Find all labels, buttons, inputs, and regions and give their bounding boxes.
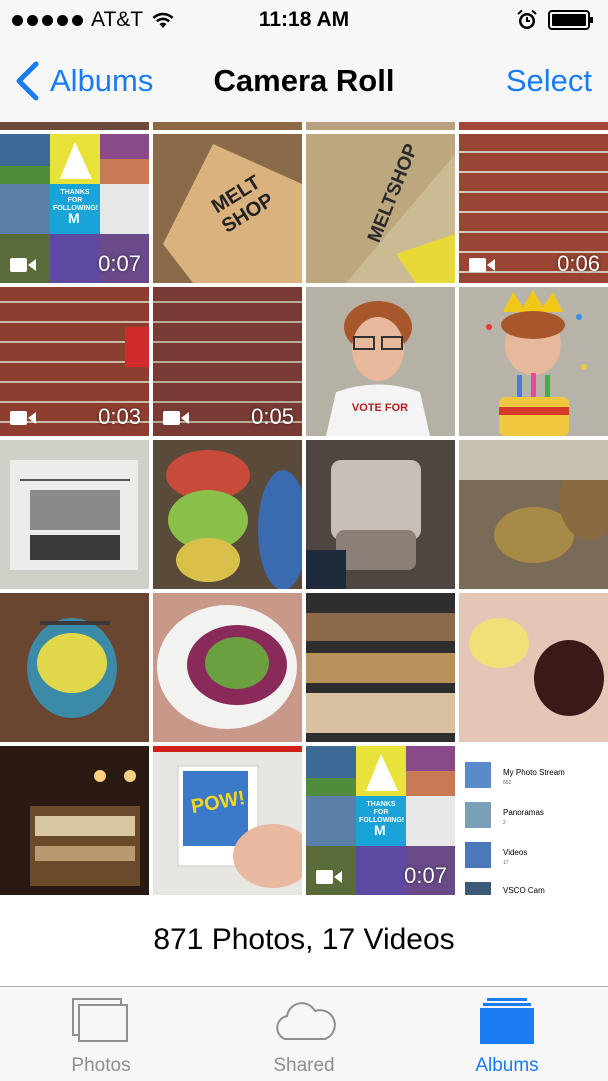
video-duration: 0:07	[98, 251, 141, 276]
tab-albums[interactable]: Albums	[406, 987, 608, 1081]
video-camera-icon	[10, 411, 36, 425]
video-duration: 0:03	[98, 404, 141, 429]
photo-thumbnail[interactable]	[0, 746, 149, 895]
pow-book-image	[153, 746, 302, 895]
tab-photos[interactable]: Photos	[0, 987, 202, 1081]
vases-image	[153, 440, 302, 589]
photo-video-count: 871 Photos, 17 Videos	[0, 896, 608, 984]
photo-thumbnail[interactable]	[0, 593, 149, 742]
tab-shared[interactable]: Shared	[203, 987, 405, 1081]
alarm-clock-icon	[517, 9, 537, 29]
portrait-with-crown-image	[459, 287, 608, 436]
vote-for-text: VOTE FOR	[351, 402, 409, 414]
video-thumbnail[interactable]: 0:03	[0, 287, 149, 436]
salad-plate-image	[153, 593, 302, 742]
video-camera-icon	[469, 258, 495, 272]
m-logo: M	[374, 822, 386, 838]
screenshot-album-count: 652	[503, 780, 512, 786]
video-camera-icon	[316, 870, 342, 884]
m-logo: M	[68, 210, 80, 226]
screenshot-album-name: Panoramas	[503, 808, 544, 817]
video-camera-icon	[163, 411, 189, 425]
battery-icon	[548, 10, 593, 30]
tab-label: Shared	[273, 1055, 335, 1076]
baskets-image	[459, 440, 608, 589]
photo-thumbnail[interactable]: MELTSHOP	[306, 134, 455, 283]
bakery-interior-image	[0, 746, 149, 895]
cloud-icon	[276, 1002, 336, 1040]
status-bar: AT&T 11:18 AM	[0, 0, 608, 40]
photo-thumbnail[interactable]	[306, 440, 455, 589]
video-camera-icon	[10, 258, 36, 272]
photo-grid: THANKS FOR FOLLOWING! M 0:07 MELT SHOP M…	[0, 122, 608, 896]
painted-bowl-image	[0, 593, 149, 742]
photos-icon	[72, 998, 128, 1042]
pastry-case-image	[306, 593, 455, 742]
photo-thumbnail[interactable]	[306, 122, 455, 130]
photo-thumbnail[interactable]	[459, 287, 608, 436]
navigation-bar: Albums Camera Roll Select	[0, 40, 608, 123]
patterned-vases-image	[306, 440, 455, 589]
photo-thumbnail[interactable]	[0, 122, 149, 130]
chocolate-cake-image	[459, 593, 608, 742]
tab-bar: Photos Shared Albums	[0, 986, 608, 1081]
video-thumbnail[interactable]: 0:05	[153, 287, 302, 436]
photo-thumbnail[interactable]	[306, 593, 455, 742]
photo-thumbnail[interactable]: MELT SHOP	[153, 134, 302, 283]
photo-thumbnail[interactable]: POW!	[153, 746, 302, 895]
photo-thumbnail[interactable]	[0, 440, 149, 589]
video-thumbnail[interactable]: THANKS FOR FOLLOWING! M 0:07	[306, 746, 455, 895]
tab-label: Photos	[71, 1055, 131, 1076]
screenshot-album-name: My Photo Stream	[503, 768, 565, 777]
status-right	[516, 0, 594, 40]
video-duration: 0:05	[251, 404, 294, 429]
photo-thumbnail[interactable]	[153, 122, 302, 130]
photo-thumbnail[interactable]: VOTE FOR	[306, 287, 455, 436]
photo-thumbnail[interactable]: My Photo Stream 652 Panoramas 2 Videos 1…	[459, 746, 608, 895]
select-button[interactable]: Select	[506, 40, 592, 122]
photo-thumbnail[interactable]	[459, 593, 608, 742]
street-art-image	[0, 440, 149, 589]
albums-screenshot-image: My Photo Stream 652 Panoramas 2 Videos 1…	[459, 746, 608, 895]
video-duration: 0:06	[557, 251, 600, 276]
video-thumbnail[interactable]: 0:06	[459, 134, 608, 283]
tab-label: Albums	[475, 1055, 539, 1076]
screenshot-album-name: Videos	[503, 848, 528, 857]
photo-thumbnail[interactable]	[153, 440, 302, 589]
video-duration: 0:07	[404, 863, 447, 888]
albums-icon	[480, 998, 534, 1044]
video-thumbnail[interactable]: THANKS FOR FOLLOWING! M 0:07	[0, 134, 149, 283]
photo-thumbnail[interactable]	[153, 593, 302, 742]
photo-thumbnail[interactable]	[459, 440, 608, 589]
screenshot-album-name: VSCO Cam	[503, 886, 545, 895]
screenshot-album-count: 17	[503, 860, 509, 866]
photo-thumbnail[interactable]	[459, 122, 608, 130]
screenshot-album-count: 2	[503, 820, 506, 826]
